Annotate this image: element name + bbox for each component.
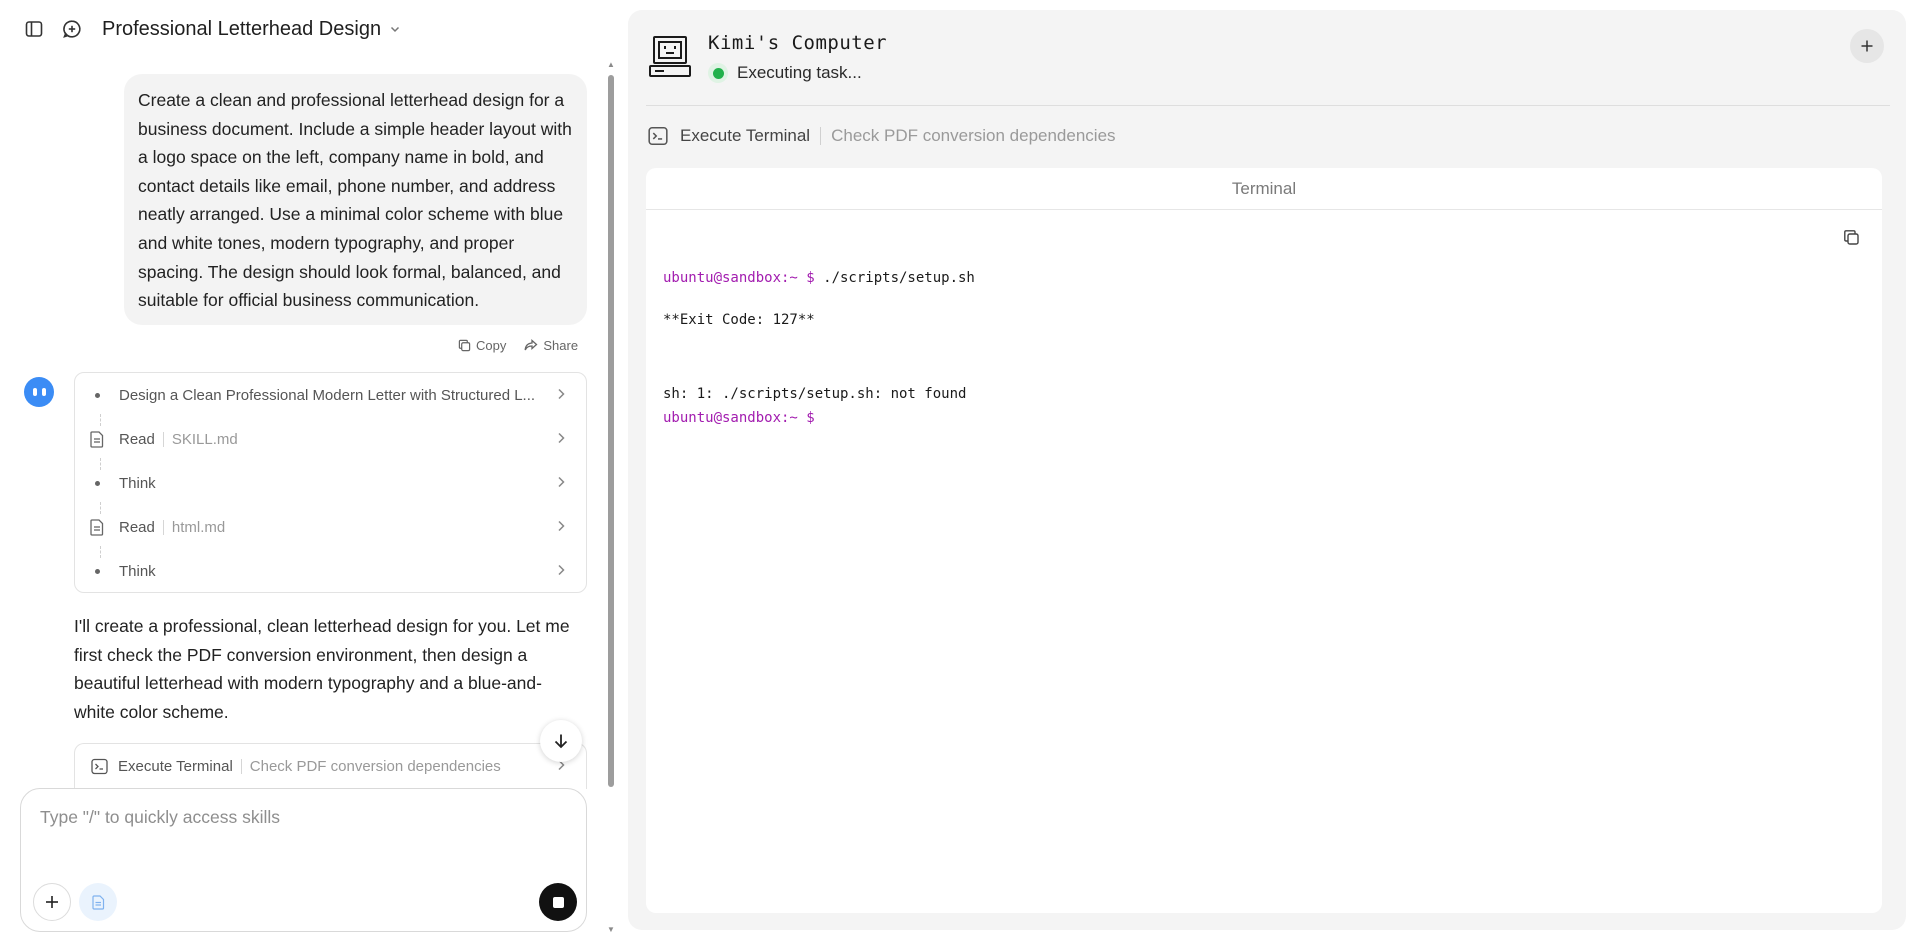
document-icon (86, 518, 108, 536)
status-indicator-icon (708, 63, 728, 83)
step-item[interactable]: Read html.md (75, 511, 586, 543)
terminal-command: ./scripts/setup.sh (814, 270, 975, 286)
terminal-window: Terminal ubuntu@sandbox:~ $ ./scripts/se… (646, 168, 1882, 913)
task-status: Executing task... (708, 63, 862, 83)
step-file: SKILL.md (171, 430, 238, 448)
bullet-icon (94, 480, 100, 486)
share-icon (524, 339, 538, 351)
add-button[interactable] (1850, 29, 1884, 63)
steps-card: Design a Clean Professional Modern Lette… (74, 372, 587, 593)
document-skill-button[interactable] (79, 883, 117, 921)
share-label: Share (543, 338, 579, 353)
copy-icon (458, 339, 471, 352)
terminal-line: **Exit Code: 127** (663, 312, 815, 328)
terminal-title: Terminal (646, 168, 1882, 210)
tool-label: Execute Terminal (680, 126, 811, 145)
copy-label: Copy (476, 338, 507, 353)
divider (162, 519, 164, 535)
assistant-message: I'll create a professional, clean letter… (74, 616, 570, 722)
computer-title: Kimi's Computer (708, 32, 888, 54)
plus-icon (1861, 40, 1873, 52)
chevron-right-icon (558, 476, 565, 488)
step-label: Think (119, 562, 156, 580)
arrow-down-icon (554, 734, 568, 749)
terminal-line: ubuntu@sandbox:~ $ ./scripts/setup.sh (663, 266, 975, 290)
share-button[interactable]: Share (524, 338, 578, 353)
step-label: Design a Clean Professional Modern Lette… (119, 386, 536, 404)
chat-scrollbar-thumb[interactable] (608, 75, 614, 787)
chat-topbar: Professional Letterhead Design (22, 14, 401, 44)
copy-icon (1844, 230, 1859, 245)
assistant-avatar (24, 377, 54, 407)
tool-description: Check PDF conversion dependencies (249, 758, 501, 775)
chevron-right-icon (558, 520, 565, 532)
computer-icon (648, 34, 694, 85)
message-input[interactable] (40, 805, 560, 829)
divider (240, 759, 242, 774)
stop-button[interactable] (539, 883, 577, 921)
chevron-right-icon (558, 432, 565, 444)
chevron-right-icon (558, 564, 565, 576)
chat-pane: Professional Letterhead Design ▲ ▼ Creat… (0, 0, 625, 945)
status-text: Executing task... (737, 63, 862, 82)
scroll-down-arrow-icon[interactable]: ▼ (606, 925, 616, 935)
step-label: Think (119, 474, 156, 492)
terminal-output: ubuntu@sandbox:~ $ ./scripts/setup.sh **… (663, 266, 975, 430)
bullet-icon (94, 392, 100, 398)
composer (20, 788, 587, 932)
copy-output-button[interactable] (1843, 229, 1860, 251)
terminal-prompt: ubuntu@sandbox:~ $ (663, 270, 815, 286)
step-item[interactable]: Design a Clean Professional Modern Lette… (75, 379, 586, 411)
chevron-down-icon (391, 26, 400, 33)
divider (162, 431, 164, 447)
copy-button[interactable]: Copy (458, 338, 506, 353)
stop-icon (552, 896, 564, 908)
current-tool-header: Execute Terminal Check PDF conversion de… (648, 126, 1116, 146)
execute-terminal-card[interactable]: Execute Terminal Check PDF conversion de… (74, 743, 587, 789)
terminal-line: ubuntu@sandbox:~ $ (663, 406, 975, 430)
step-item[interactable]: Think (75, 555, 586, 587)
scroll-to-bottom-button[interactable] (540, 720, 582, 762)
chat-title: Professional Letterhead Design (102, 17, 382, 40)
tool-description: Check PDF conversion dependencies (831, 126, 1116, 145)
step-file: html.md (171, 518, 226, 536)
step-label: Read (119, 518, 155, 536)
user-message: Create a clean and professional letterhe… (124, 74, 587, 325)
tool-label: Execute Terminal (118, 758, 233, 775)
step-item[interactable]: Read SKILL.md (75, 423, 586, 455)
sidebar-toggle-icon[interactable] (22, 17, 46, 41)
terminal-icon (91, 758, 108, 775)
add-attachment-button[interactable] (33, 883, 71, 921)
bullet-icon (94, 568, 100, 574)
chevron-right-icon (558, 388, 565, 400)
document-icon (91, 894, 104, 910)
plus-icon (46, 896, 58, 908)
step-item[interactable]: Think (75, 467, 586, 499)
step-label: Read (119, 430, 155, 448)
terminal-prompt: ubuntu@sandbox:~ $ (663, 410, 815, 426)
terminal-icon (648, 127, 668, 145)
message-actions: Copy Share (458, 338, 578, 353)
document-icon (86, 430, 108, 448)
divider (646, 105, 1890, 106)
divider (820, 127, 822, 145)
app-root: Professional Letterhead Design ▲ ▼ Creat… (0, 0, 1915, 945)
new-chat-icon[interactable] (60, 17, 84, 41)
computer-pane: Kimi's Computer Executing task... Execut… (628, 10, 1906, 930)
terminal-line: sh: 1: ./scripts/setup.sh: not found (663, 386, 967, 402)
chat-title-dropdown[interactable]: Professional Letterhead Design (102, 18, 401, 41)
scroll-up-arrow-icon[interactable]: ▲ (606, 60, 616, 70)
